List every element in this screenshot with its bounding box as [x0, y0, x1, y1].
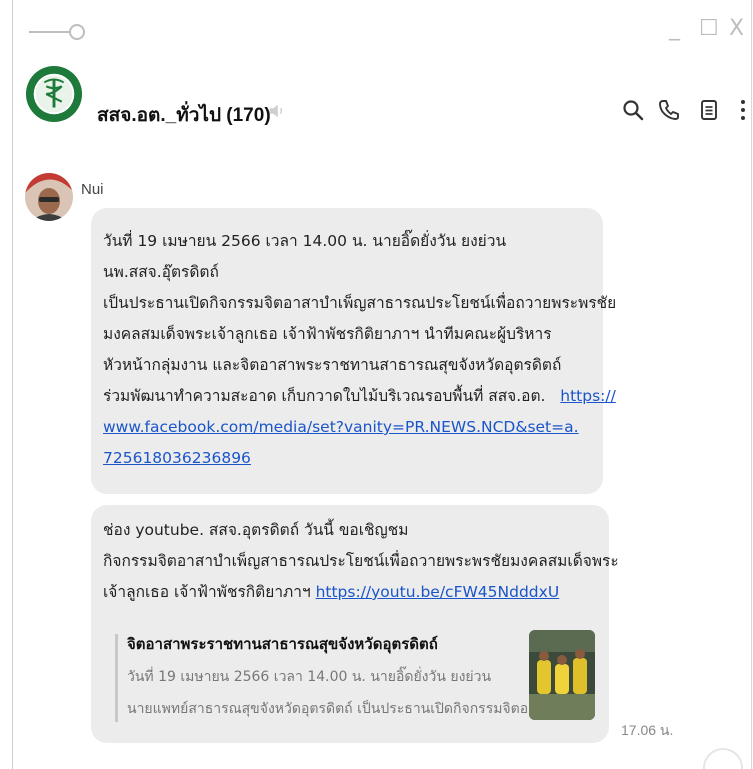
message-line: วันที่ 19 เมษายน 2566 เวลา 14.00 น. นายอ…: [103, 232, 507, 250]
phone-icon[interactable]: [657, 98, 681, 122]
youtube-link[interactable]: https://youtu.be/cFW45NdddxU: [316, 583, 560, 601]
facebook-link[interactable]: 725618036236896: [103, 443, 603, 474]
preview-description: วันที่ 19 เมษายน 2566 เวลา 14.00 น. นายอ…: [127, 669, 492, 685]
preview-thumbnail[interactable]: [529, 630, 595, 720]
link-preview[interactable]: จิตอาสาพระราชทานสาธารณสุขจังหวัดอุตรดิตถ…: [115, 630, 601, 728]
message-line: กิจกรรมจิตอาสาบำเพ็ญสาธารณประโยชน์เพื่อถ…: [103, 552, 619, 570]
facebook-link[interactable]: www.facebook.com/media/set?vanity=PR.NEW…: [103, 412, 603, 443]
message-line: ร่วมพัฒนาทำความสะอาด เก็บกวาดใบไม้บริเวณ…: [103, 381, 616, 412]
message-bubble[interactable]: ช่อง youtube. สสจ.อุตรดิตถ์ วันนี้ ขอเชิ…: [91, 505, 619, 743]
message-line: หัวหน้ากลุ่มงาน และจิตอาสาพระราชทานสาธาร…: [103, 356, 562, 374]
pin-icon[interactable]: [29, 24, 85, 40]
message-line: เป็นประธานเปิดกิจกรรมจิตอาสาบำเพ็ญสาธารณ…: [103, 294, 617, 312]
minimize-button[interactable]: _: [669, 18, 680, 40]
speaker-muted-icon[interactable]: [267, 102, 285, 120]
more-vertical-icon[interactable]: [731, 98, 752, 122]
preview-description: นายแพทย์สาธารณสุขจังหวัดอุตรดิตถ์ เป็นปร…: [127, 701, 550, 717]
message-line: เจ้าลูกเธอ เจ้าฟ้าพัชรกิติยาภาฯ https://…: [103, 577, 609, 608]
message-line: มงคลสมเด็จพระเจ้าลูกเธอ เจ้าฟ้าพัชรกิติย…: [103, 325, 552, 343]
message-bubble[interactable]: วันที่ 19 เมษายน 2566 เวลา 14.00 น. นายอ…: [91, 208, 617, 494]
message-line: นพ.สสจ.อุ๊ตรดิตถ์: [103, 263, 219, 281]
message-text: เจ้าลูกเธอ เจ้าฟ้าพัชรกิติยาภาฯ: [103, 583, 316, 601]
chat-title: สสจ.อต._ทั่วไป (170): [97, 105, 271, 126]
notes-icon[interactable]: [697, 98, 721, 122]
message-text: ร่วมพัฒนาทำความสะอาด เก็บกวาดใบไม้บริเวณ…: [103, 387, 546, 405]
message-timestamp: 17.06 น.: [621, 722, 674, 738]
preview-divider: [115, 634, 118, 722]
group-logo-icon[interactable]: [25, 65, 83, 123]
message-line: ช่อง youtube. สสจ.อุตรดิตถ์ วันนี้ ขอเชิ…: [103, 521, 409, 539]
avatar[interactable]: [25, 173, 73, 221]
title-bar: _ ☐ X: [13, 0, 751, 58]
maximize-button[interactable]: ☐: [699, 18, 719, 40]
scroll-down-button[interactable]: [703, 748, 743, 769]
facebook-link[interactable]: https://: [560, 387, 616, 405]
search-icon[interactable]: [621, 98, 645, 122]
preview-title: จิตอาสาพระราชทานสาธารณสุขจังหวัดอุตรดิตถ…: [127, 635, 438, 653]
close-button[interactable]: X: [729, 18, 744, 40]
chat-header: สสจ.อต._ทั่วไป (170): [13, 62, 751, 158]
sender-name: Nui: [81, 181, 104, 198]
chat-window: _ ☐ X สสจ.อต._ทั่วไป (170) Nui วันที่ 19…: [12, 0, 752, 769]
